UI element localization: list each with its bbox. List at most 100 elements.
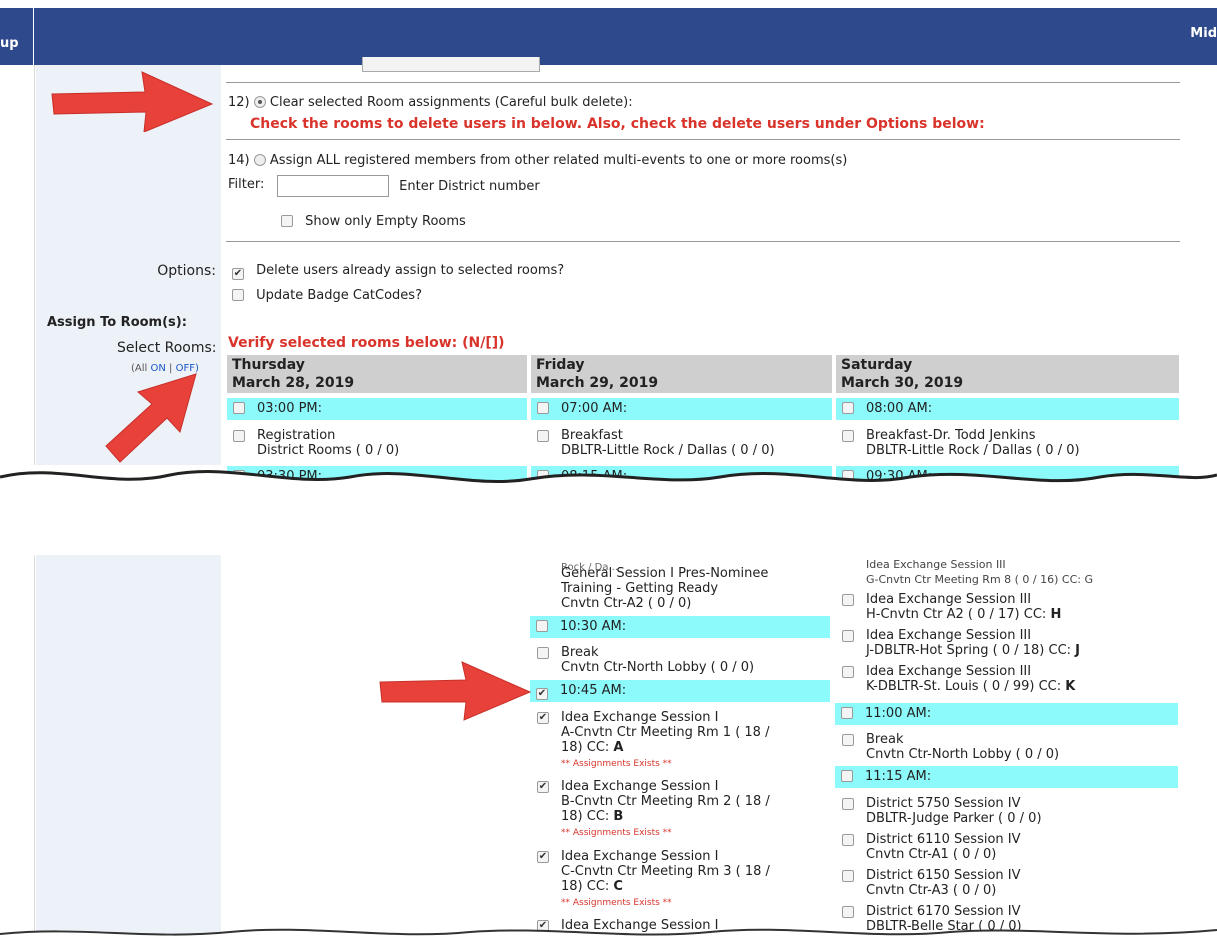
room-checkbox[interactable] [537,430,549,442]
option-12-warning: Check the rooms to delete users in below… [250,116,985,132]
cc-code: H [1050,607,1062,622]
time-slot[interactable]: 03:00 PM: [227,398,527,420]
room-name: DBLTR-Judge Parker ( 0 / 0) [866,811,1042,826]
cc-code: B [613,809,624,824]
time-slot[interactable]: 10:45 AM: [530,680,830,702]
room-checkbox[interactable] [842,870,854,882]
day-header-thursday: Thursday March 28, 2019 [227,355,527,393]
time-label: 10:30 AM: [560,619,627,634]
divider [226,241,1180,242]
time-slot[interactable]: 07:00 AM: [531,398,832,420]
room-name: Cnvtn Ctr-North Lobby ( 0 / 0) [866,747,1060,762]
nav-right-label[interactable]: Mid [1190,26,1217,41]
assignments-exist-note: ** Assignments Exists ** [561,828,672,838]
room-checkbox[interactable] [537,851,549,863]
time-slot[interactable]: 11:15 AM: [835,766,1178,788]
room-checkbox[interactable] [233,430,245,442]
option-14-radio[interactable] [253,154,266,166]
room-name: G-Cnvtn Ctr Meeting Rm 8 ( 0 / 16) CC: G [866,573,1094,586]
room-checkbox[interactable] [842,734,854,746]
room-name: J-DBLTR-Hot Spring ( 0 / 18) CC: [866,643,1072,658]
room-checkbox[interactable] [537,712,549,724]
room-checkbox[interactable] [537,647,549,659]
cc-label: 18) CC: [561,809,610,824]
time-slot[interactable]: 11:00 AM: [835,703,1178,725]
delete-users-checkbox[interactable] [232,268,244,280]
day-header-saturday: Saturday March 30, 2019 [836,355,1179,393]
room-checkbox[interactable] [842,630,854,642]
update-badge-option[interactable]: Update Badge CatCodes? [232,288,422,303]
time-slot-checkbox[interactable] [841,770,853,782]
cc-code: J [1075,643,1081,658]
option-14-label: Assign ALL registered members from other… [269,153,848,168]
time-slot[interactable]: 08:00 AM: [836,398,1179,420]
show-empty-checkbox[interactable] [281,215,293,227]
label-column [36,555,221,935]
room-name: Cnvtn Ctr-A1 ( 0 / 0) [866,847,997,862]
time-label: 08:00 AM: [866,401,933,416]
session-name: Break [561,645,599,660]
assignments-exist-note: ** Assignments Exists ** [561,898,672,908]
delete-users-label: Delete users already assign to selected … [256,263,565,278]
time-slot[interactable]: 10:30 AM: [530,616,830,638]
arrow-annotation-icon [379,661,532,721]
arrow-annotation-icon [105,373,197,463]
arrow-annotation-icon [51,71,214,132]
event-select[interactable] [362,57,540,72]
day-name: Saturday [841,357,913,373]
room-checkbox[interactable] [537,781,549,793]
time-slot-checkbox[interactable] [536,688,548,700]
update-badge-checkbox[interactable] [232,289,244,301]
delete-users-option[interactable]: Delete users already assign to selected … [232,263,564,280]
room-checkbox[interactable] [842,430,854,442]
time-slot-checkbox[interactable] [842,402,854,414]
room-name: A-Cnvtn Ctr Meeting Rm 1 ( 18 / [561,725,770,740]
session-name: Training - Getting Ready [561,581,719,596]
time-slot-checkbox[interactable] [233,402,245,414]
time-slot-checkbox[interactable] [841,707,853,719]
nav-tab-left[interactable]: up [0,8,34,65]
cc-code: C [613,879,623,894]
session-name: General Session I Pres-Nominee [561,566,769,581]
room-checkbox[interactable] [842,594,854,606]
divider [226,139,1180,140]
select-rooms-label: Select Rooms: [117,340,217,356]
fragment-text: Idea Exchange Session III G-Cnvtn Ctr Mee… [866,557,1093,587]
session-name: Idea Exchange Session I [561,710,719,725]
filter-input[interactable] [277,175,389,197]
time-label: 03:00 PM: [257,401,323,416]
day-date: March 29, 2019 [536,375,659,391]
time-label: 07:00 AM: [561,401,628,416]
show-empty-rooms[interactable]: Show only Empty Rooms [281,214,466,229]
option-12-radio[interactable] [253,96,266,108]
torn-edge-bottom [0,928,1217,947]
session-name: Idea Exchange Session III [866,592,1032,607]
top-nav-bar: up Mid [0,8,1217,65]
session-name: Idea Exchange Session I [561,779,719,794]
room-checkbox[interactable] [842,666,854,678]
session-name: Breakfast-Dr. Todd Jenkins [866,428,1036,443]
room-name: H-Cnvtn Ctr A2 ( 0 / 17) CC: [866,607,1047,622]
option-14-number: 14) [228,153,250,168]
session-name: Break [866,732,904,747]
cc-label: 18) CC: [561,879,610,894]
cc-label: 18) CC: [561,740,610,755]
option-12[interactable]: 12) Clear selected Room assignments (Car… [228,95,633,110]
filter-row: Filter: [228,177,264,192]
room-name: Cnvtn Ctr-A3 ( 0 / 0) [866,883,997,898]
day-name: Friday [536,357,585,373]
filter-hint: Enter District number [399,178,540,194]
option-14[interactable]: 14) Assign ALL registered members from o… [228,153,847,168]
room-name: Cnvtn Ctr-North Lobby ( 0 / 0) [561,660,755,675]
time-slot-checkbox[interactable] [536,620,548,632]
nav-tab-left-label: up [0,36,19,51]
session-name: District 6110 Session IV [866,832,1021,847]
time-slot-checkbox[interactable] [537,402,549,414]
room-checkbox[interactable] [842,906,854,918]
room-item[interactable]: General Session I Pres-Nominee Training -… [561,566,768,611]
room-checkbox[interactable] [842,834,854,846]
day-name: Thursday [232,357,305,373]
room-checkbox[interactable] [842,798,854,810]
cc-code: A [613,740,624,755]
filter-label: Filter: [228,177,265,192]
